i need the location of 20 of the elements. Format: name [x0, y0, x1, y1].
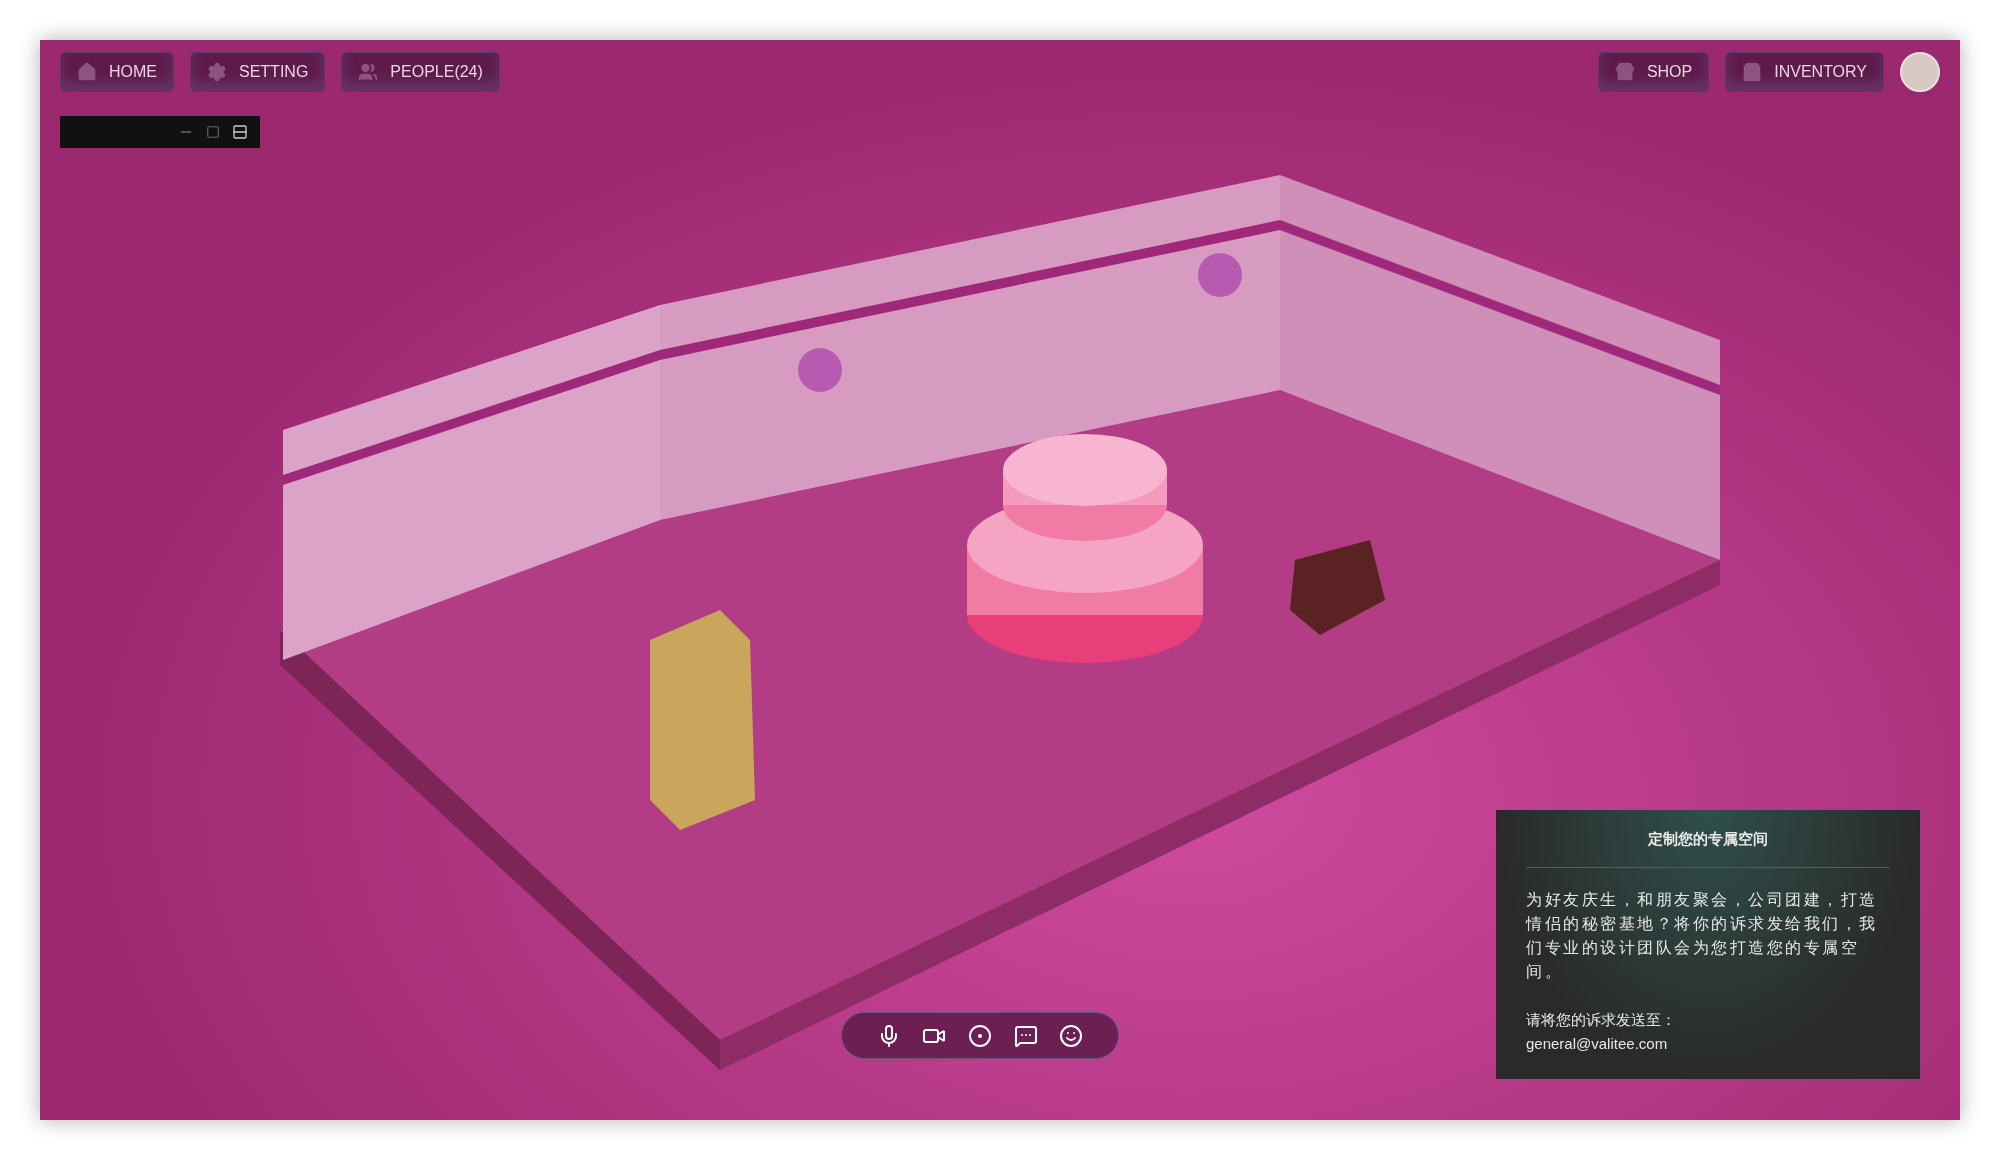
record-icon[interactable]	[968, 1023, 992, 1048]
maximize-icon[interactable]	[206, 125, 220, 139]
people-icon	[358, 62, 379, 82]
panel-title: 定制您的专属空间	[1526, 810, 1890, 868]
email-link[interactable]: general@valitee.com	[1526, 1031, 1668, 1056]
avatar[interactable]	[1900, 52, 1940, 92]
smiley-icon[interactable]	[1059, 1023, 1084, 1048]
gear-icon	[207, 62, 227, 82]
nav-button[interactable]: PEOPLE(24)	[341, 52, 500, 92]
nav-button[interactable]: SETTING	[190, 52, 326, 92]
balloon	[798, 348, 842, 392]
home-icon	[77, 62, 97, 82]
nav-button[interactable]: INVENTORY	[1725, 52, 1884, 92]
split-view-icon[interactable]	[232, 124, 248, 140]
chat-icon[interactable]	[1013, 1023, 1038, 1048]
nav-button[interactable]: SHOP	[1597, 52, 1710, 92]
nav-button[interactable]: HOME	[60, 52, 174, 92]
contact-label: 请将您的诉求发送至：	[1526, 1009, 1677, 1030]
panel-description: 为好友庆生，和朋友聚会，公司团建，打造情侣的秘密基地？将你的诉求发给我们，我们专业的设计团队会为您打造您的专属空间。	[1526, 889, 1879, 982]
balloon	[1198, 253, 1242, 297]
